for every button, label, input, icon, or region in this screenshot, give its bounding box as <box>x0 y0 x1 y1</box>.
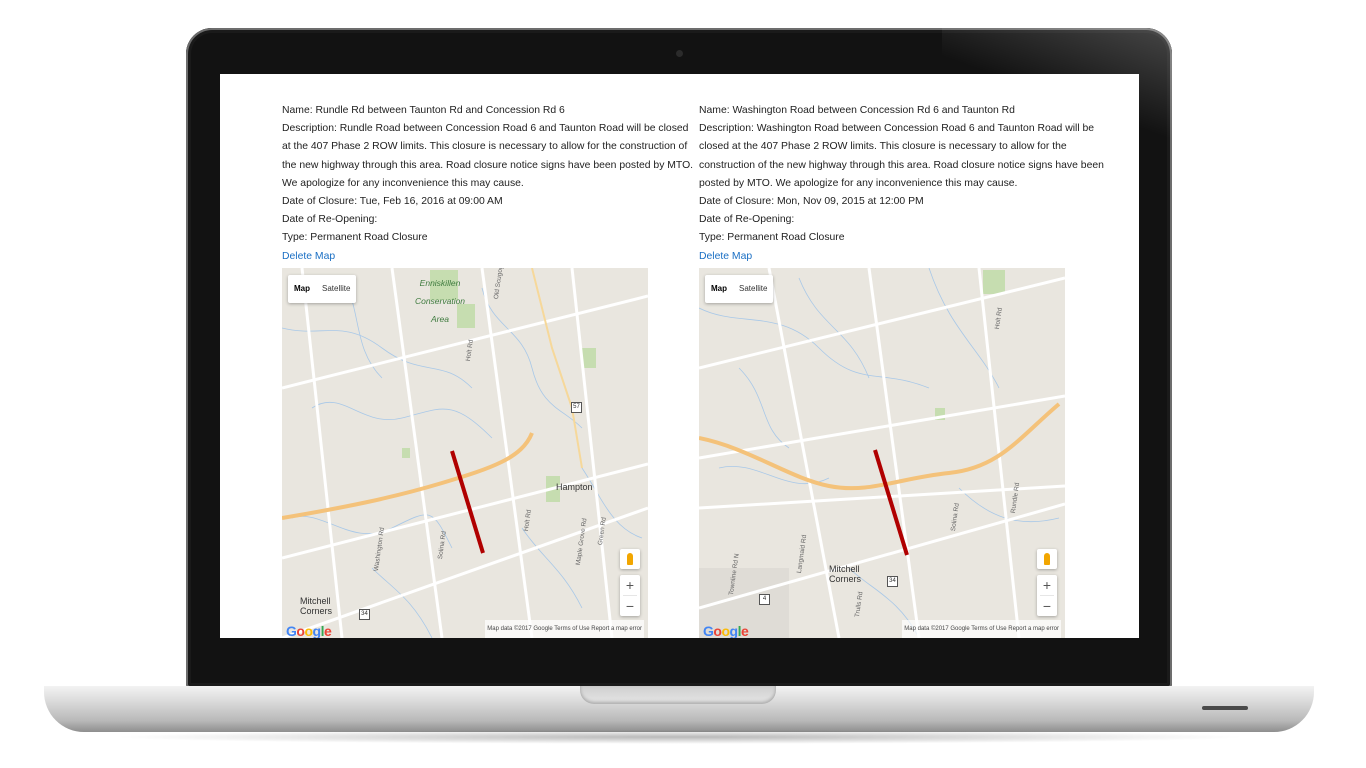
highway-shield: 34 <box>887 575 898 587</box>
highway-407 <box>699 402 1061 490</box>
highway-shield: 34 <box>359 608 370 620</box>
delete-map-link[interactable]: Delete Map <box>699 251 752 262</box>
laptop-slot <box>1202 706 1248 710</box>
closure-segment <box>450 450 485 554</box>
zoom-in-button[interactable]: + <box>620 575 640 595</box>
closure-date: Date of Closure: Tue, Feb 16, 2016 at 09… <box>282 196 503 208</box>
delete-map-link[interactable]: Delete Map <box>282 251 335 262</box>
park-label: Enniskillen Conservation Area <box>414 277 466 325</box>
closure-description: Description: Rundle Road between Concess… <box>282 123 694 189</box>
pegman-icon[interactable] <box>1037 548 1057 569</box>
town-label: Hampton <box>556 481 593 492</box>
park-area <box>402 447 410 458</box>
closure-description: Description: Washington Road between Con… <box>699 123 1104 189</box>
road-label: Trulls Rd <box>853 591 865 618</box>
map-canvas <box>699 267 1065 638</box>
closure-card-2: Name: Washington Road between Concession… <box>699 102 1111 638</box>
google-logo: Google <box>286 622 332 638</box>
road-label: Solina Rd <box>436 530 448 560</box>
park-area <box>582 347 596 368</box>
satellite-tab[interactable]: Satellite <box>733 275 773 303</box>
road-label: Solina Rd <box>949 502 961 532</box>
closure-name: Name: Washington Road between Concession… <box>699 105 1015 116</box>
park-area <box>983 269 1005 294</box>
map-tab[interactable]: Map <box>288 275 316 303</box>
map-attribution[interactable]: Map data ©2017 Google Terms of Use Repor… <box>485 619 644 638</box>
road-label: Holt Rd <box>522 509 533 532</box>
highway-shield: 4 <box>759 593 770 605</box>
map-type-control: Map Satellite <box>705 274 774 304</box>
highway-shield: 57 <box>571 401 582 413</box>
laptop-notch <box>580 686 776 704</box>
closure-type: Type: Permanent Road Closure <box>282 232 428 244</box>
map-attribution[interactable]: Map data ©2017 Google Terms of Use Repor… <box>902 619 1061 638</box>
zoom-out-button[interactable]: − <box>620 596 640 616</box>
zoom-in-button[interactable]: + <box>1037 575 1057 595</box>
pegman-icon[interactable] <box>620 548 640 569</box>
reopening-date: Date of Re-Opening: <box>699 214 795 226</box>
laptop-shadow <box>110 730 1250 744</box>
road-label: Holt Rd <box>993 307 1004 330</box>
map-type-control: Map Satellite <box>288 274 357 304</box>
town-label: Mitchell Corners <box>829 563 862 584</box>
reopening-date: Date of Re-Opening: <box>282 214 378 226</box>
highway-407 <box>282 432 534 520</box>
road-label: Holt Rd <box>464 339 475 362</box>
camera-icon <box>676 50 683 57</box>
zoom-out-button[interactable]: − <box>1037 596 1057 616</box>
zoom-control: + − <box>620 574 640 616</box>
closure-map[interactable]: Map Satellite Mitchell Corners 34 4 Holt… <box>699 267 1065 638</box>
map-tab[interactable]: Map <box>705 275 733 303</box>
closure-map[interactable]: Map Satellite Enniskillen Conservation A… <box>282 267 648 638</box>
closure-name: Name: Rundle Rd between Taunton Rd and C… <box>282 105 565 116</box>
town-label: Mitchell Corners <box>300 595 333 616</box>
closure-type: Type: Permanent Road Closure <box>699 232 845 244</box>
satellite-tab[interactable]: Satellite <box>316 275 356 303</box>
screen: Name: Rundle Rd between Taunton Rd and C… <box>220 74 1139 638</box>
road-label: Green Rd <box>596 516 608 546</box>
closure-date: Date of Closure: Mon, Nov 09, 2015 at 12… <box>699 196 924 208</box>
zoom-control: + − <box>1037 574 1057 616</box>
closure-card-1: Name: Rundle Rd between Taunton Rd and C… <box>282 102 694 638</box>
google-logo: Google <box>703 622 749 638</box>
